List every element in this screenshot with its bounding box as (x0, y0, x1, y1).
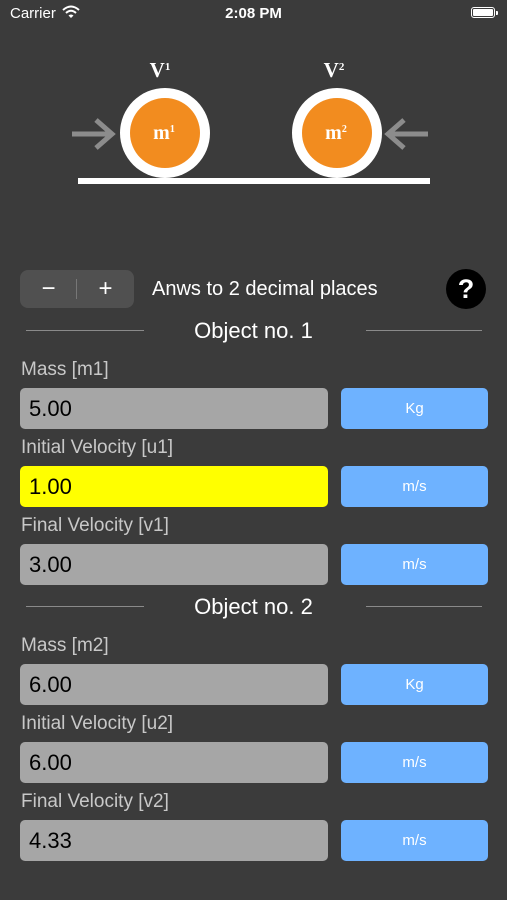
initial-velocity2-unit-button[interactable]: m/s (341, 742, 488, 783)
divider-line (366, 606, 482, 607)
decimal-stepper[interactable]: − + (20, 270, 134, 308)
mass2-label: Mass [m2] (21, 635, 109, 656)
final-velocity2-unit-button[interactable]: m/s (341, 820, 488, 861)
mass1-unit-button[interactable]: Kg (341, 388, 488, 429)
initial-velocity2-label: Initial Velocity [u2] (21, 713, 174, 734)
ball-m2: m2 (292, 88, 382, 178)
v2-label: V2 (324, 58, 345, 82)
ground-line (78, 178, 430, 184)
final-velocity1-unit-button[interactable]: m/s (341, 544, 488, 585)
divider-line (366, 330, 482, 331)
decrement-button[interactable]: − (20, 270, 77, 308)
ball-m1: m1 (120, 88, 210, 178)
increment-button[interactable]: + (77, 270, 134, 308)
final-velocity1-label: Final Velocity [v1] (21, 515, 169, 536)
mass1-input[interactable]: 5.00 (20, 388, 328, 429)
object2-header: Object no. 2 (0, 592, 507, 622)
initial-velocity1-input[interactable]: 1.00 (20, 466, 328, 507)
final-velocity2-label: Final Velocity [v2] (21, 791, 169, 812)
battery-icon (471, 7, 498, 18)
clock: 2:08 PM (225, 5, 282, 22)
initial-velocity1-label: Initial Velocity [u1] (21, 437, 174, 458)
mass2-input[interactable]: 6.00 (20, 664, 328, 705)
mass2-unit-button[interactable]: Kg (341, 664, 488, 705)
object2-title: Object no. 2 (194, 594, 313, 619)
final-velocity1-input[interactable]: 3.00 (20, 544, 328, 585)
help-button[interactable]: ? (446, 269, 486, 309)
object1-header: Object no. 1 (0, 316, 507, 346)
mass1-label: Mass [m1] (21, 359, 109, 380)
left-arrow-icon (72, 118, 116, 150)
initial-velocity2-input[interactable]: 6.00 (20, 742, 328, 783)
initial-velocity1-unit-button[interactable]: m/s (341, 466, 488, 507)
object1-title: Object no. 1 (194, 318, 313, 343)
final-velocity2-input[interactable]: 4.33 (20, 820, 328, 861)
status-bar: Carrier 2:08 PM (0, 0, 507, 30)
precision-label: Anws to 2 decimal places (152, 278, 378, 300)
right-arrow-icon (384, 118, 428, 150)
v1-label: V1 (150, 58, 171, 82)
collision-diagram: V1 V2 m1 m2 (72, 58, 430, 184)
